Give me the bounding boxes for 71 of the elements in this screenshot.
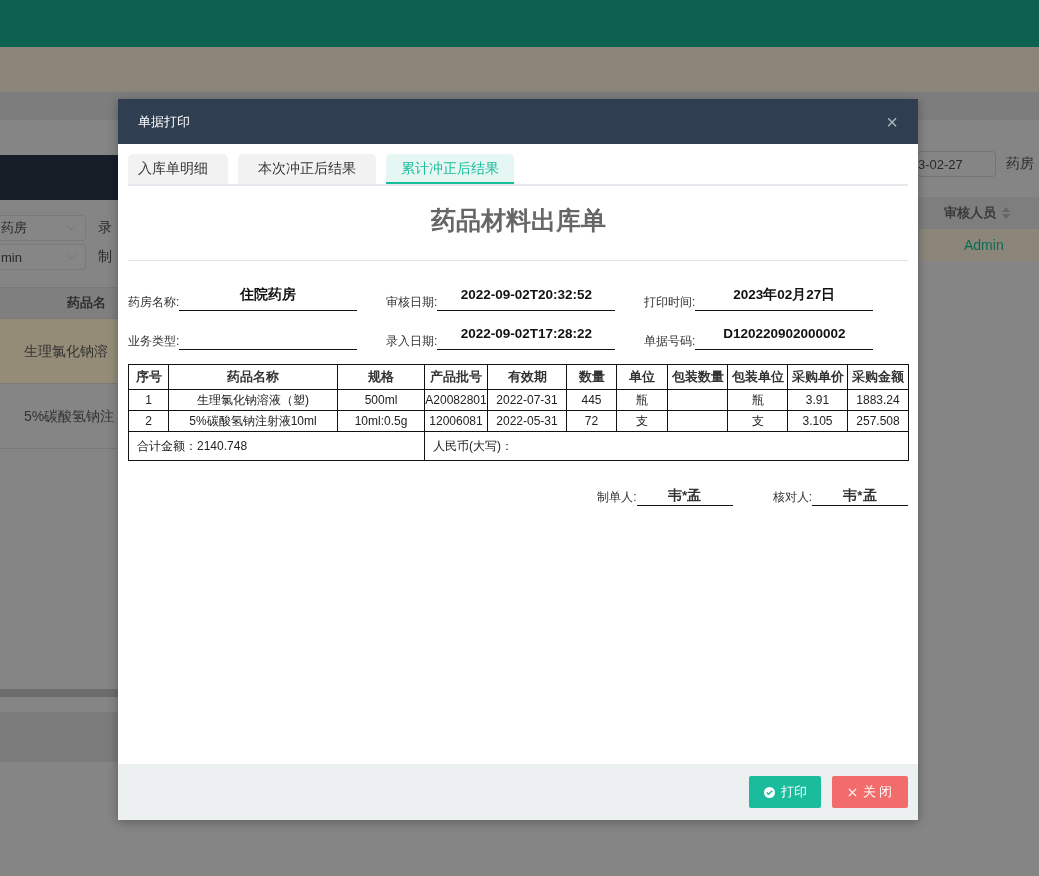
table-cell: 257.508 xyxy=(847,410,909,432)
scrollbar[interactable] xyxy=(0,689,118,697)
table-cell: 3.105 xyxy=(787,410,848,432)
tab[interactable]: 入库单明细 xyxy=(128,154,228,184)
column-header: 产品批号 xyxy=(424,364,488,390)
document-title: 药品材料出库单 xyxy=(429,205,607,236)
column-header: 有效期 xyxy=(487,364,567,390)
table-cell: 10ml:0.5g xyxy=(337,410,425,432)
filter-label: 药房 xyxy=(1006,155,1034,173)
column-header: 规格 xyxy=(337,364,425,390)
tab[interactable]: 累计冲正后结果 xyxy=(386,154,514,184)
table-row[interactable]: 生理氯化钠溶 xyxy=(0,319,118,384)
table-cell: 2022-05-31 xyxy=(487,410,567,432)
table-cell: 12006081 xyxy=(424,410,488,432)
column-header: 药品名称 xyxy=(168,364,338,390)
table-cell: 500ml xyxy=(337,389,425,411)
table-cell: 2 xyxy=(128,410,169,432)
field-value: 住院药房 xyxy=(179,284,358,311)
select-field[interactable]: min xyxy=(0,244,86,270)
field-value: 2023年02月27日 xyxy=(695,284,874,311)
amount-in-words: 人民币(大写)： xyxy=(424,431,909,461)
field-label: 录入日期: xyxy=(386,333,438,350)
table-cell: 5%碳酸氢钠注射液10ml xyxy=(168,410,338,432)
dialog-title: 单据打印 xyxy=(138,112,190,131)
table-cell: 445 xyxy=(566,389,617,411)
column-header: 包装数量 xyxy=(667,364,728,390)
sort-icon[interactable] xyxy=(1002,207,1010,219)
column-header: 数量 xyxy=(566,364,617,390)
field-value: 2022-09-02T20:32:52 xyxy=(437,284,616,311)
field-label: 单据号码: xyxy=(644,333,696,350)
close-icon xyxy=(847,787,857,797)
table-cell: 瓶 xyxy=(727,389,788,411)
table-cell: 72 xyxy=(566,410,617,432)
filter-label: 录 xyxy=(98,219,112,237)
table-cell xyxy=(667,410,728,432)
filter-label: 制 xyxy=(98,248,112,266)
table-cell: Admin xyxy=(918,229,1039,261)
table-header-cell: 药品名 xyxy=(0,287,118,319)
table-cell: 支 xyxy=(727,410,788,432)
signature-value: 韦*孟 xyxy=(812,487,908,506)
signature-value: 韦*孟 xyxy=(636,487,733,506)
table-cell: 生理氯化钠溶液（塑) xyxy=(168,389,338,411)
table-cell xyxy=(667,389,728,411)
field-label: 业务类型: xyxy=(128,333,180,350)
check-circle-icon xyxy=(763,786,775,798)
table-header-cell: 审核人员 xyxy=(944,204,996,222)
tab[interactable]: 本次冲正后结果 xyxy=(238,154,376,184)
signature-label: 制单人: xyxy=(597,489,637,506)
signature-label: 核对人: xyxy=(772,489,812,506)
field-label: 审核日期: xyxy=(386,294,438,311)
table-cell: A20082801 xyxy=(424,389,488,411)
field-value: 2022-09-02T17:28:22 xyxy=(437,323,616,350)
column-header: 采购金额 xyxy=(847,364,909,390)
print-button[interactable]: 打印 xyxy=(749,776,821,808)
table-cell: 1883.24 xyxy=(847,389,909,411)
field-label: 药房名称: xyxy=(128,294,180,311)
total-amount: 合计金额：2140.748 xyxy=(128,431,425,461)
field-label: 打印时间: xyxy=(644,294,696,311)
table-cell: 支 xyxy=(616,410,668,432)
table-cell: 1 xyxy=(128,389,169,411)
table-cell: 2022-07-31 xyxy=(487,389,567,411)
column-header: 序号 xyxy=(128,364,169,390)
close-dialog-button[interactable]: 关 闭 xyxy=(832,776,908,808)
field-value: D120220902000002 xyxy=(695,323,874,350)
column-header: 采购单价 xyxy=(787,364,848,390)
table-cell: 瓶 xyxy=(616,389,668,411)
column-header: 单位 xyxy=(616,364,668,390)
table-cell: 3.91 xyxy=(787,389,848,411)
select-field[interactable]: 药房 xyxy=(0,215,86,241)
close-button[interactable]: × xyxy=(886,111,898,132)
column-header: 包装单位 xyxy=(727,364,788,390)
